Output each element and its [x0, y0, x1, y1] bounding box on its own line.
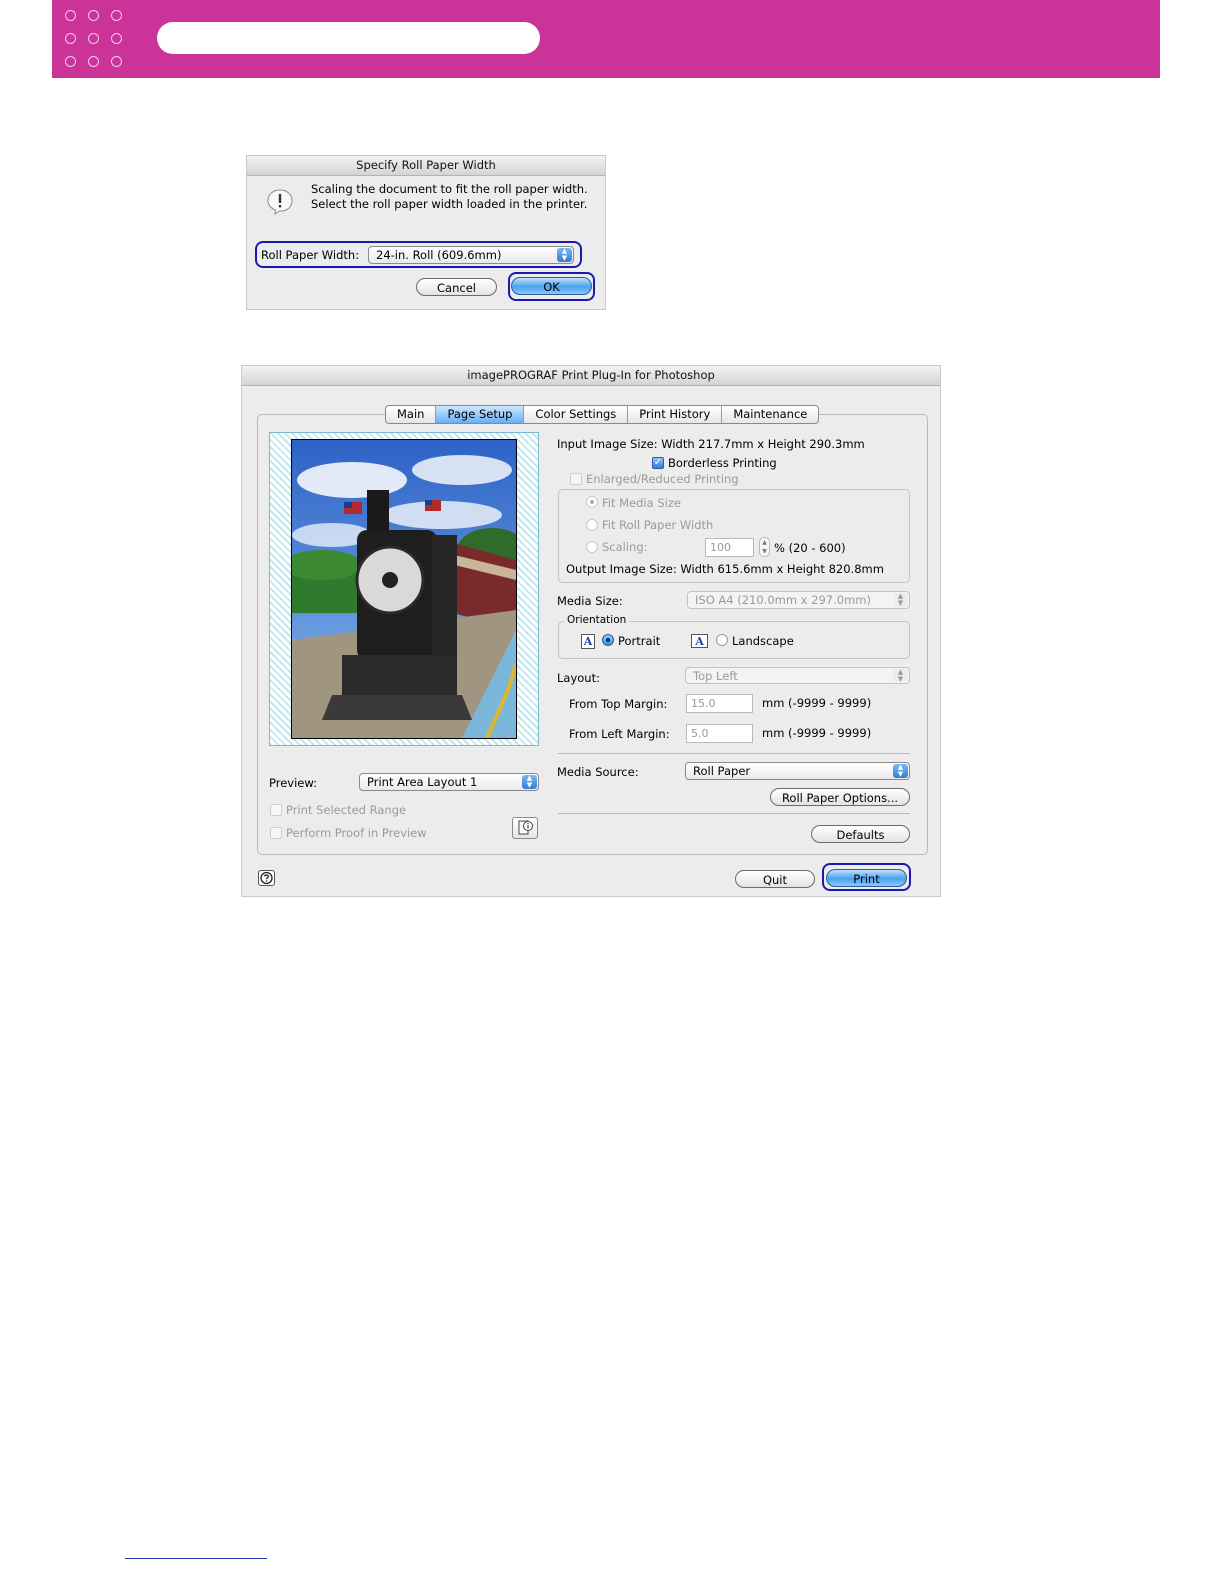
roll-paper-options-button[interactable]: Roll Paper Options...	[770, 788, 910, 806]
header-title-pill	[157, 22, 540, 54]
tab-main[interactable]: Main	[386, 406, 437, 423]
decor-circle-icon	[111, 33, 122, 44]
divider	[558, 813, 910, 814]
preview-photo	[291, 439, 517, 739]
fit-roll-paper-width-label: Fit Roll Paper Width	[602, 518, 714, 532]
media-source-value: Roll Paper	[693, 764, 751, 778]
fit-media-size-label: Fit Media Size	[602, 496, 681, 510]
preview-value: Print Area Layout 1	[367, 775, 478, 789]
decor-circle-icon	[111, 56, 122, 67]
decor-circle-icon	[111, 10, 122, 21]
enlarged-reduced-label: Enlarged/Reduced Printing	[586, 472, 739, 486]
media-source-label: Media Source:	[557, 765, 639, 779]
media-size-value: ISO A4 (210.0mm x 297.0mm)	[695, 593, 871, 607]
borderless-printing-label: Borderless Printing	[668, 456, 777, 470]
alert-icon	[267, 189, 293, 216]
divider	[558, 753, 910, 754]
layout-label: Layout:	[557, 671, 600, 685]
top-margin-label: From Top Margin:	[569, 697, 668, 711]
dialog-title: Specify Roll Paper Width	[247, 156, 605, 176]
cancel-button[interactable]: Cancel	[416, 278, 497, 296]
help-button[interactable]	[258, 870, 275, 886]
layout-select[interactable]: Top Left ▲ ▼	[685, 667, 910, 684]
decor-circle-icon	[65, 10, 76, 21]
quit-button[interactable]: Quit	[735, 870, 815, 888]
landscape-orientation-icon: A	[691, 634, 708, 648]
roll-width-label: Roll Paper Width:	[261, 248, 360, 262]
scaling-radio[interactable]	[586, 541, 598, 553]
top-margin-range: mm (-9999 - 9999)	[762, 696, 872, 710]
layout-value: Top Left	[693, 669, 738, 683]
print-button[interactable]: Print	[826, 869, 907, 887]
roll-paper-width-dialog: Specify Roll Paper Width Scaling the doc…	[247, 156, 605, 309]
updown-arrows-icon: ▲ ▼	[893, 669, 908, 683]
print-selected-range-checkbox[interactable]	[270, 804, 282, 816]
left-margin-input[interactable]: 5.0	[686, 724, 753, 743]
updown-arrows-icon: ▲ ▼	[522, 775, 537, 789]
decor-circle-icon	[65, 56, 76, 67]
left-margin-label: From Left Margin:	[569, 727, 670, 741]
landscape-radio[interactable]	[716, 634, 728, 646]
perform-proof-label: Perform Proof in Preview	[286, 826, 427, 840]
roll-width-select[interactable]: 24-in. Roll (609.6mm) ▲ ▼	[368, 246, 574, 264]
media-source-select[interactable]: Roll Paper ▲ ▼	[685, 762, 910, 780]
left-margin-range: mm (-9999 - 9999)	[762, 726, 872, 740]
decor-circle-icon	[65, 33, 76, 44]
fit-roll-paper-width-radio[interactable]	[586, 519, 598, 531]
scaling-input[interactable]: 100	[705, 538, 754, 557]
preview-label: Preview:	[269, 776, 318, 790]
tab-color-settings[interactable]: Color Settings	[524, 406, 629, 423]
orientation-label: Orientation	[564, 614, 630, 626]
decor-circle-icon	[88, 33, 99, 44]
portrait-orientation-icon: A	[581, 634, 595, 649]
updown-arrows-icon: ▲ ▼	[893, 593, 908, 607]
borderless-printing-checkbox[interactable]: ✓	[652, 457, 664, 469]
decor-circle-icon	[88, 10, 99, 21]
fit-media-size-radio[interactable]	[586, 496, 598, 508]
dialog-message-line-1: Scaling the document to fit the roll pap…	[311, 182, 588, 196]
perform-proof-checkbox[interactable]	[270, 827, 282, 839]
print-plugin-dialog: imagePROGRAF Print Plug-In for Photoshop…	[242, 366, 940, 896]
scaling-label: Scaling:	[602, 540, 648, 554]
updown-arrows-icon: ▲ ▼	[557, 248, 572, 262]
tab-page-setup[interactable]: Page Setup	[436, 406, 525, 423]
output-image-size: Output Image Size: Width 615.6mm x Heigh…	[566, 562, 884, 576]
dialog-title: imagePROGRAF Print Plug-In for Photoshop	[242, 366, 940, 386]
dialog-message-line-2: Select the roll paper width loaded in th…	[311, 197, 588, 211]
tab-bar: Main Page Setup Color Settings Print His…	[385, 405, 820, 424]
enlarged-reduced-checkbox[interactable]	[570, 473, 582, 485]
ok-button[interactable]: OK	[511, 277, 592, 295]
preview-info-button[interactable]	[512, 817, 538, 839]
input-image-size: Input Image Size: Width 217.7mm x Height…	[557, 437, 865, 451]
preview-area	[269, 432, 539, 746]
portrait-label: Portrait	[618, 634, 661, 648]
landscape-label: Landscape	[732, 634, 794, 648]
defaults-button[interactable]: Defaults	[811, 825, 910, 843]
portrait-radio[interactable]	[602, 634, 614, 646]
roll-width-value: 24-in. Roll (609.6mm)	[376, 248, 502, 262]
footer-link-underline	[125, 1558, 267, 1559]
scaling-stepper[interactable]: ▲ ▼	[759, 537, 770, 557]
tab-maintenance[interactable]: Maintenance	[722, 406, 818, 423]
updown-arrows-icon: ▲ ▼	[893, 764, 908, 778]
help-icon	[260, 871, 273, 885]
decor-circle-icon	[88, 56, 99, 67]
print-selected-range-label: Print Selected Range	[286, 803, 407, 817]
media-size-select[interactable]: ISO A4 (210.0mm x 297.0mm) ▲ ▼	[687, 591, 910, 609]
preview-select[interactable]: Print Area Layout 1 ▲ ▼	[359, 773, 539, 791]
header-banner	[52, 0, 1160, 78]
tab-print-history[interactable]: Print History	[628, 406, 723, 423]
scaling-range: % (20 - 600)	[774, 541, 846, 555]
media-size-label: Media Size:	[557, 594, 623, 608]
document-info-icon	[518, 820, 533, 835]
top-margin-input[interactable]: 15.0	[686, 694, 753, 713]
